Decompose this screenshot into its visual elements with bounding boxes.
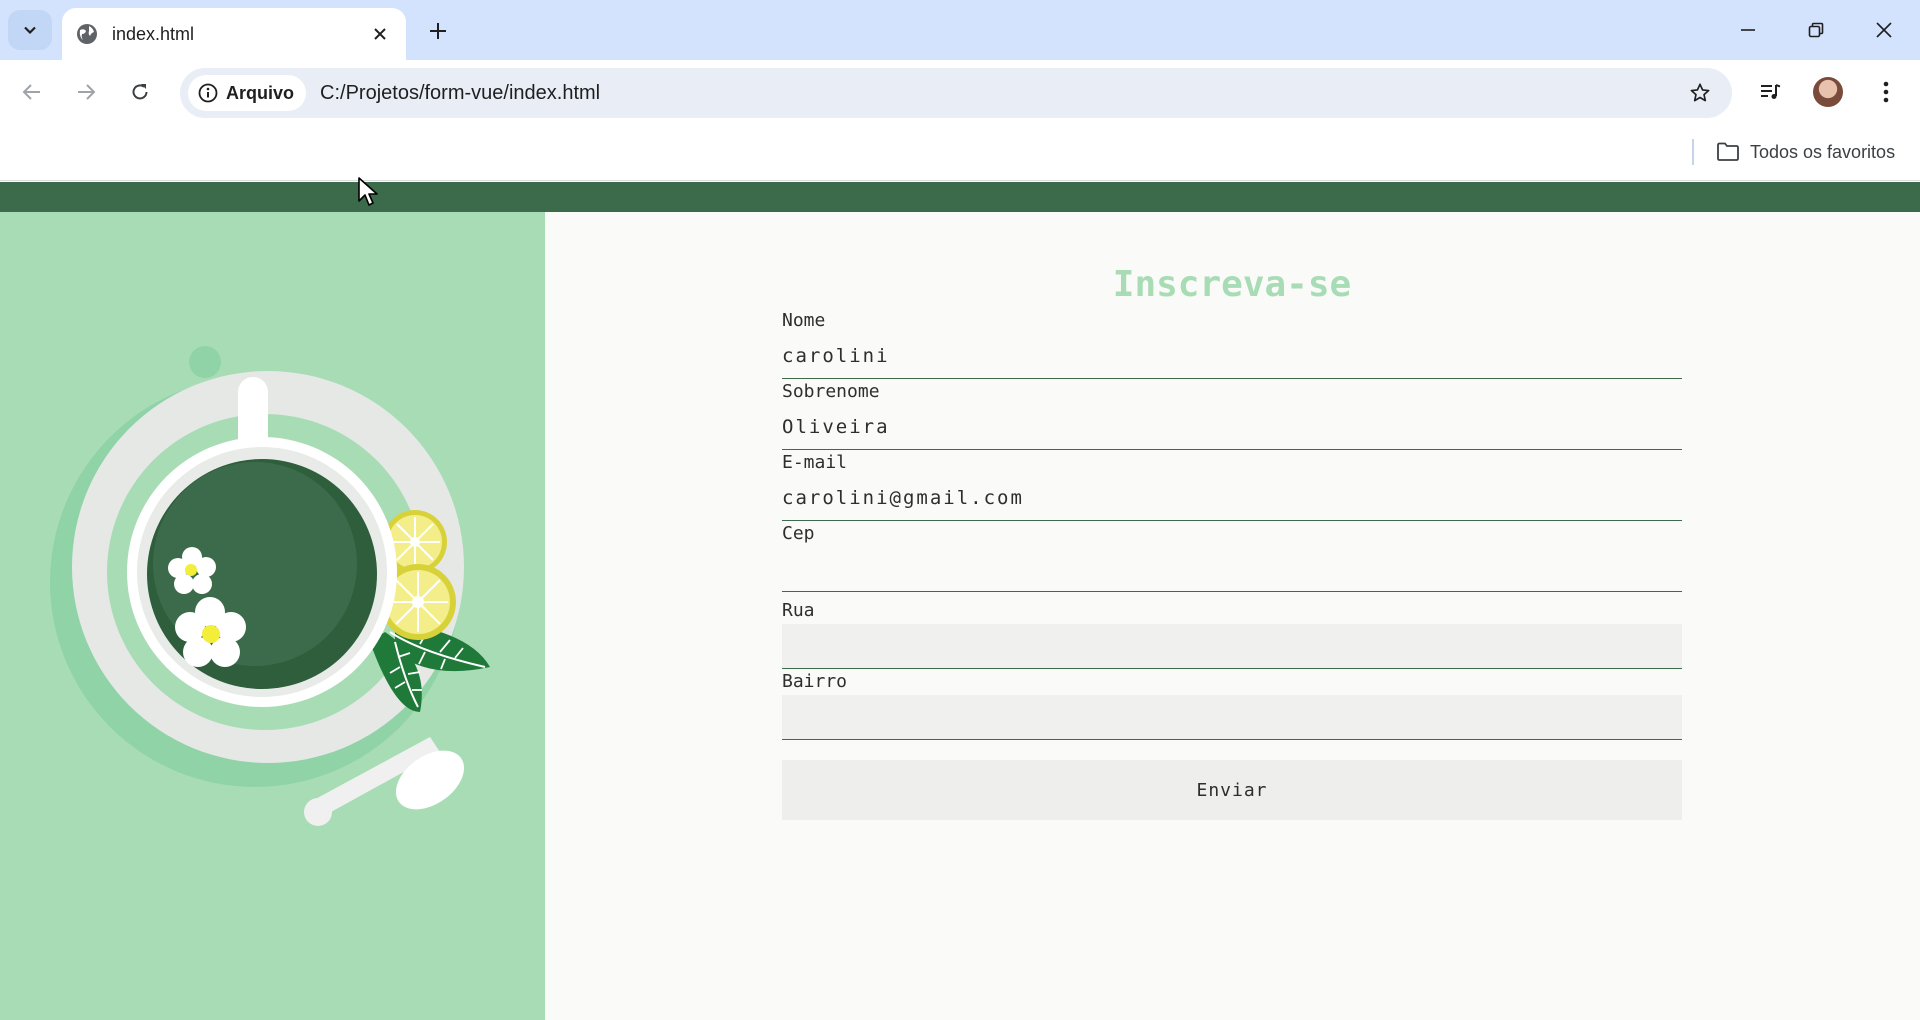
tab-search-button[interactable] [8,10,52,50]
close-window-button[interactable] [1854,8,1914,52]
new-tab-button[interactable] [418,14,458,48]
star-icon [1690,83,1710,102]
url-text[interactable]: C:/Projetos/form-vue/index.html [320,82,1678,105]
bookmarks-separator [1692,139,1694,165]
minimize-icon [1741,29,1755,31]
signup-form: Inscreva-se Nome Sobrenome E-mail Cep Ru… [782,262,1682,820]
profile-button[interactable] [1808,72,1848,112]
bairro-label: Bairro [782,671,848,692]
cep-input[interactable] [782,547,1682,592]
avatar [1813,77,1843,107]
tea-cup-illustration [50,346,490,826]
menu-button[interactable] [1866,72,1906,112]
reload-button[interactable] [120,72,160,112]
illustration-panel [0,212,545,1020]
email-label: E-mail [782,452,848,473]
globe-icon [77,24,97,44]
submit-button[interactable]: Enviar [782,760,1682,820]
email-input[interactable] [782,476,1682,521]
all-bookmarks-label: Todos os favoritos [1750,141,1896,162]
minimize-button[interactable] [1718,8,1778,52]
close-tab-icon[interactable] [368,22,392,46]
plus-icon [430,23,446,39]
playlist-icon [1761,84,1781,99]
address-bar[interactable]: Arquivo C:/Projetos/form-vue/index.html [180,68,1732,118]
arrow-left-icon [22,84,40,100]
arrow-right-icon [78,84,96,100]
page-top-bar [0,182,1920,212]
cep-label: Cep [782,523,815,544]
mouse-cursor-icon [358,177,378,206]
restore-button[interactable] [1786,8,1846,52]
back-button[interactable] [12,72,52,112]
all-bookmarks-button[interactable]: Todos os favoritos [1716,137,1895,167]
reload-icon [132,84,148,100]
folder-icon [1717,142,1739,161]
rua-input[interactable] [782,624,1682,669]
nome-input[interactable] [782,334,1682,379]
site-info-chip[interactable]: Arquivo [188,75,307,111]
more-vert-icon [1883,81,1889,103]
browser-toolbar: Arquivo C:/Projetos/form-vue/index.html [0,60,1920,125]
rua-label: Rua [782,600,815,621]
bookmark-star-button[interactable] [1678,71,1722,115]
sobrenome-input[interactable] [782,405,1682,450]
tab-strip: index.html [0,0,1920,60]
info-icon [198,83,218,103]
bookmarks-bar: Todos os favoritos [0,125,1920,181]
bairro-input[interactable] [782,695,1682,740]
browser-tab[interactable]: index.html [62,8,406,60]
chevron-down-icon [24,26,36,35]
forward-button[interactable] [66,72,106,112]
close-icon [1876,22,1892,38]
media-control-button[interactable] [1750,72,1790,112]
tab-title: index.html [112,23,195,44]
form-title: Inscreva-se [1112,264,1352,305]
restore-icon [1808,22,1824,38]
nome-label: Nome [782,310,826,331]
sobrenome-label: Sobrenome [782,381,880,402]
site-info-label: Arquivo [226,82,295,103]
